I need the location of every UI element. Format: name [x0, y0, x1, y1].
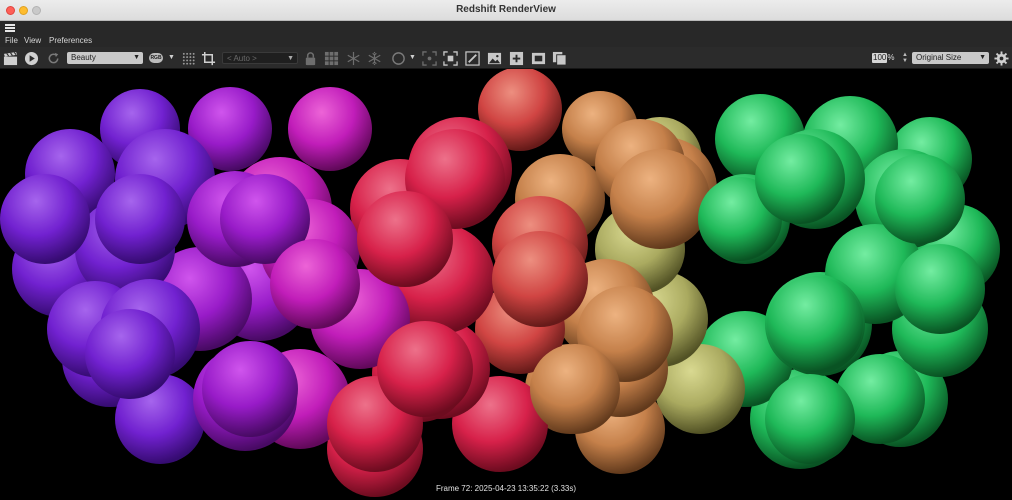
menu-bar: File View Preferences [0, 35, 1012, 47]
crop-icon[interactable] [200, 50, 216, 66]
renderview-window: Redshift RenderView File View Preference… [0, 0, 1012, 500]
snowflake-icon[interactable] [345, 50, 361, 66]
chevron-down-icon: ▼ [979, 54, 986, 61]
clapperboard-icon[interactable] [2, 50, 18, 66]
edit-icon[interactable] [464, 50, 480, 66]
circle-icon[interactable] [390, 50, 406, 66]
copy-icon[interactable] [551, 50, 567, 66]
aov-select[interactable]: Beauty ▼ [67, 52, 143, 64]
lock-icon[interactable] [302, 50, 318, 66]
size-select-value: Original Size [916, 53, 962, 62]
menu-preferences[interactable]: Preferences [49, 36, 92, 45]
camera-select[interactable]: < Auto > ▼ [222, 52, 298, 64]
frame-status-text: Frame 72: 2025-04-23 13:35:22 (3.33s) [435, 484, 577, 493]
zoom-value[interactable]: 100 [872, 53, 888, 63]
aov-select-value: Beauty [71, 53, 96, 62]
add-snapshot-icon[interactable] [508, 50, 524, 66]
size-select[interactable]: Original Size ▼ [912, 52, 989, 64]
title-bar: Redshift RenderView [0, 0, 1012, 21]
chevron-down-icon[interactable]: ▼ [168, 54, 175, 61]
zoom-field[interactable]: 100% ▲ ▼ [872, 52, 908, 64]
hamburger-row [0, 21, 1012, 35]
camera-select-value: < Auto > [227, 54, 257, 63]
fit-view-icon[interactable] [442, 50, 458, 66]
rendered-spheres-image [0, 69, 1000, 497]
chevron-down-icon: ▼ [133, 54, 140, 61]
chevron-down-icon: ▼ [287, 55, 294, 62]
render-viewport[interactable]: Frame 72: 2025-04-23 13:35:22 (3.33s) [0, 69, 1012, 500]
gear-icon[interactable] [993, 50, 1009, 66]
rgb-channel-button[interactable]: RGB [149, 53, 163, 63]
grid-icon[interactable] [323, 50, 339, 66]
menu-icon[interactable] [5, 24, 15, 32]
pixel-grid-icon[interactable] [180, 50, 196, 66]
menu-file[interactable]: File [5, 36, 18, 45]
toolbar: Beauty ▼ RGB ▼ < Auto > ▼ ▼ 100% ▲ ▼ Ori… [0, 47, 1012, 69]
zoom-unit: % [887, 53, 895, 62]
play-icon[interactable] [23, 50, 39, 66]
zoom-stepper-icon[interactable]: ▲ ▼ [902, 52, 908, 64]
chevron-down-icon[interactable]: ▼ [409, 54, 416, 61]
focus-icon[interactable] [421, 50, 437, 66]
snapshot-compare-icon[interactable] [530, 50, 546, 66]
menu-view[interactable]: View [24, 36, 41, 45]
snowflake-region-icon[interactable] [366, 50, 382, 66]
image-icon[interactable] [486, 50, 502, 66]
refresh-icon[interactable] [45, 50, 61, 66]
window-title: Redshift RenderView [456, 4, 556, 15]
